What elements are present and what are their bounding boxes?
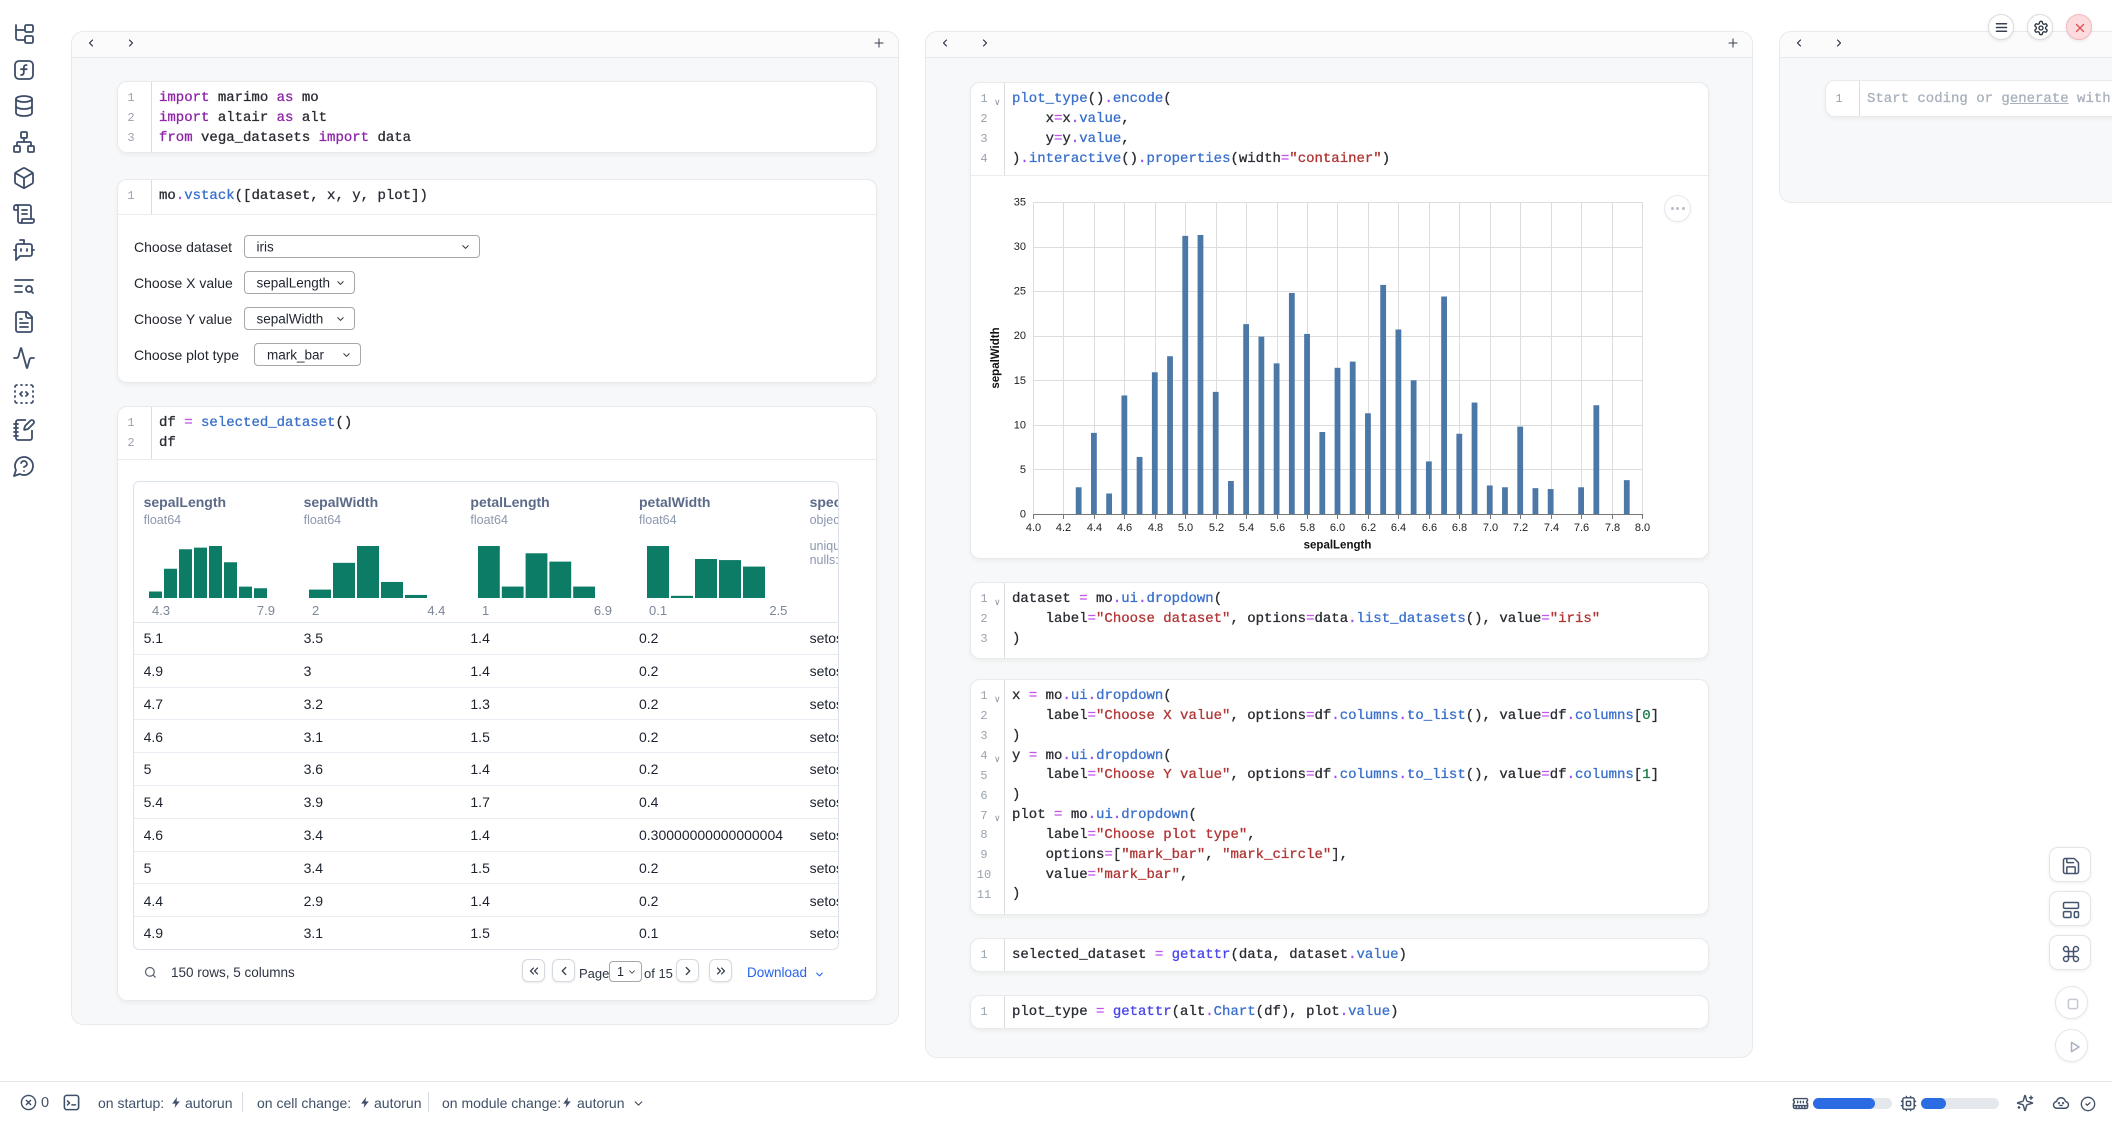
svg-text:4.4: 4.4	[1087, 522, 1102, 534]
svg-text:6.8: 6.8	[1452, 522, 1467, 534]
svg-text:25: 25	[1014, 286, 1026, 298]
svg-text:7.2: 7.2	[1513, 522, 1528, 534]
svg-text:6.6: 6.6	[1422, 522, 1437, 534]
svg-text:4.6: 4.6	[1117, 522, 1132, 534]
svg-text:5: 5	[1020, 464, 1026, 476]
svg-text:sepalLength: sepalLength	[1304, 540, 1372, 552]
svg-text:30: 30	[1014, 241, 1026, 253]
svg-text:10: 10	[1014, 419, 1026, 431]
svg-text:6.0: 6.0	[1330, 522, 1345, 534]
svg-text:0: 0	[1020, 509, 1026, 521]
svg-text:5.4: 5.4	[1239, 522, 1254, 534]
svg-text:20: 20	[1014, 330, 1026, 342]
svg-text:8.0: 8.0	[1635, 522, 1650, 534]
svg-text:7.8: 7.8	[1605, 522, 1620, 534]
svg-text:7.6: 7.6	[1574, 522, 1589, 534]
svg-text:5.6: 5.6	[1270, 522, 1285, 534]
svg-text:7.4: 7.4	[1544, 522, 1559, 534]
svg-text:4.8: 4.8	[1148, 522, 1163, 534]
svg-text:4.2: 4.2	[1056, 522, 1071, 534]
svg-text:5.8: 5.8	[1300, 522, 1315, 534]
svg-text:5.2: 5.2	[1209, 522, 1224, 534]
svg-text:4.0: 4.0	[1026, 522, 1041, 534]
svg-text:7.0: 7.0	[1483, 522, 1498, 534]
svg-text:5.0: 5.0	[1178, 522, 1193, 534]
svg-text:6.2: 6.2	[1361, 522, 1376, 534]
svg-text:6.4: 6.4	[1391, 522, 1406, 534]
svg-text:35: 35	[1014, 197, 1026, 209]
svg-text:sepalWidth: sepalWidth	[990, 327, 1002, 388]
svg-text:15: 15	[1014, 375, 1026, 387]
